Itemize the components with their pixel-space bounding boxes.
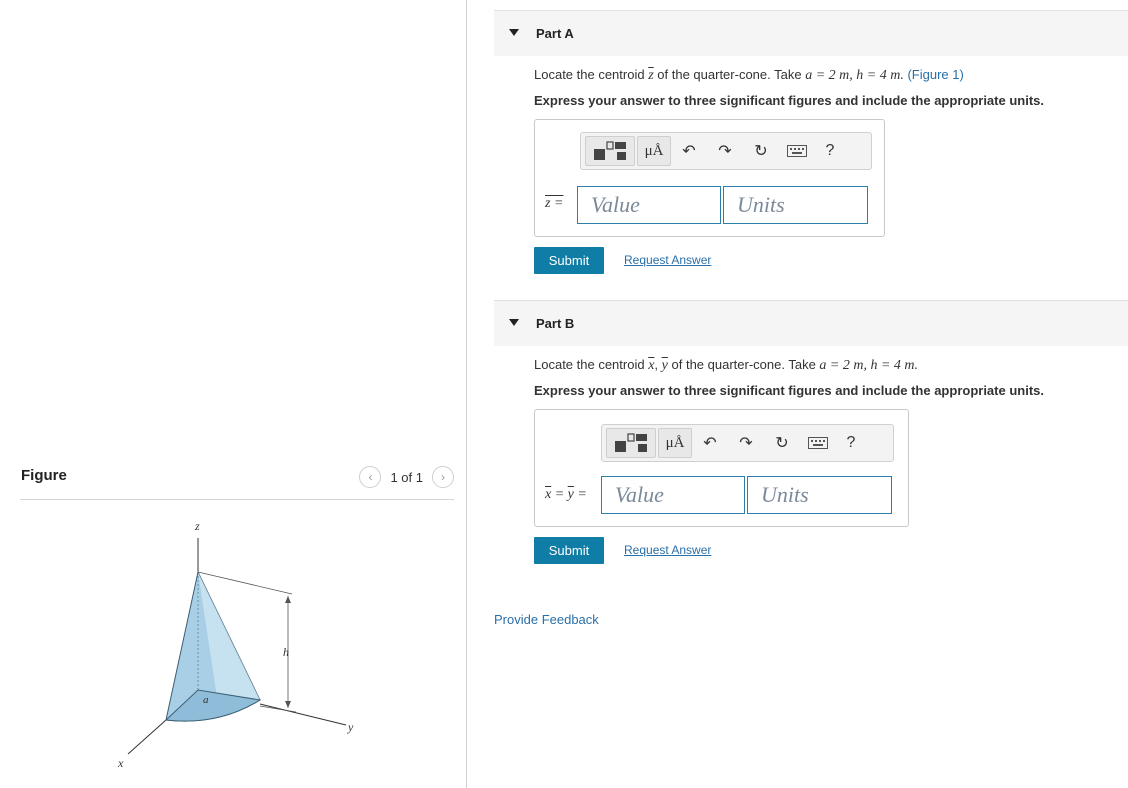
x-y-bar-label: x = y =: [545, 487, 587, 502]
units-button[interactable]: μÅ: [637, 136, 671, 166]
units-button[interactable]: μÅ: [658, 428, 692, 458]
units-input[interactable]: Units: [747, 476, 892, 514]
y-axis-label: y: [347, 720, 354, 734]
h-extension-bottom: [259, 705, 297, 713]
z-axis-label: z: [194, 519, 200, 533]
undo-icon[interactable]: ↶: [692, 428, 728, 458]
redo-icon[interactable]: ↷: [707, 136, 743, 166]
prompt-text: of the quarter-cone. Take: [671, 357, 816, 372]
prompt-text: of the quarter-cone. Take: [657, 67, 802, 82]
part-a-header[interactable]: Part A: [494, 10, 1128, 56]
help-button[interactable]: ?: [815, 136, 845, 166]
part-b-submit-button[interactable]: Submit: [534, 537, 604, 564]
part-a-toolbar: μÅ ↶ ↷ ↻ ?: [580, 132, 872, 170]
eq-label-y: y: [567, 487, 574, 502]
part-a-submit-button[interactable]: Submit: [534, 247, 604, 274]
collapse-caret-icon: [509, 29, 519, 36]
x-axis-label: x: [117, 756, 124, 770]
next-figure-button[interactable]: ›: [432, 466, 454, 488]
part-b-header[interactable]: Part B: [494, 300, 1128, 346]
provide-feedback-link[interactable]: Provide Feedback: [494, 612, 599, 627]
value-input[interactable]: Value: [577, 186, 721, 224]
eq-label-x: x: [545, 487, 552, 502]
part-b-instruction: Express your answer to three significant…: [534, 383, 1044, 398]
part-a-answer-box: μÅ ↶ ↷ ↻ ? z = Value Units: [534, 119, 885, 237]
panel-divider: [466, 0, 467, 788]
part-b-toolbar: μÅ ↶ ↷ ↻ ?: [601, 424, 894, 462]
quarter-cone-figure: z x y a h: [117, 519, 354, 770]
part-b-prompt: Locate the centroid x, y of the quarter-…: [534, 357, 919, 373]
figure-link[interactable]: (Figure 1): [907, 67, 963, 82]
prompt-text: Locate the centroid: [534, 67, 645, 82]
templates-button[interactable]: [585, 136, 635, 166]
templates-button[interactable]: [606, 428, 656, 458]
prompt-given: a = 2 m, h = 4 m.: [819, 358, 919, 373]
figure-title: Figure: [21, 467, 67, 484]
redo-icon[interactable]: ↷: [728, 428, 764, 458]
part-a-title: Part A: [536, 26, 574, 41]
figure-header: Figure ‹ 1 of 1 ›: [20, 466, 454, 500]
height-label: h: [283, 645, 289, 659]
part-a-request-answer-link[interactable]: Request Answer: [624, 253, 711, 267]
prompt-text: Locate the centroid: [534, 357, 645, 372]
help-button[interactable]: ?: [836, 428, 866, 458]
h-extension-top: [197, 571, 293, 595]
prompt-variable: x: [648, 358, 655, 373]
keyboard-icon[interactable]: [800, 428, 836, 458]
pager-text: 1 of 1: [390, 469, 423, 485]
prompt-variable: y: [661, 358, 668, 373]
prompt-given: a = 2 m, h = 4 m.: [805, 68, 904, 83]
part-b-answer-box: μÅ ↶ ↷ ↻ ? x = y = Value Units: [534, 409, 909, 527]
prompt-variable: z: [648, 68, 654, 83]
keyboard-icon[interactable]: [779, 136, 815, 166]
figure-panel: Figure ‹ 1 of 1 › z x y a h: [0, 0, 466, 788]
reset-icon[interactable]: ↻: [743, 136, 779, 166]
reset-icon[interactable]: ↻: [764, 428, 800, 458]
figure-pager: ‹ 1 of 1 ›: [359, 466, 454, 488]
value-input[interactable]: Value: [601, 476, 745, 514]
y-axis: [259, 703, 347, 726]
templates-icon: [594, 141, 626, 160]
part-b-title: Part B: [536, 316, 575, 331]
radius-label: a: [203, 694, 209, 706]
z-bar-label: z =: [545, 196, 563, 212]
part-b-request-answer-link[interactable]: Request Answer: [624, 543, 711, 557]
prev-figure-button[interactable]: ‹: [359, 466, 382, 488]
part-a-instruction: Express your answer to three significant…: [534, 93, 1044, 108]
collapse-caret-icon: [509, 319, 519, 326]
part-a-prompt: Locate the centroid z of the quarter-con…: [534, 67, 964, 84]
h-arrow-bottom: [285, 701, 291, 708]
units-input[interactable]: Units: [723, 186, 868, 224]
x-axis: [127, 719, 167, 755]
h-arrow-top: [285, 596, 291, 603]
eq-label-text: z =: [545, 196, 564, 211]
undo-icon[interactable]: ↶: [671, 136, 707, 166]
templates-icon: [615, 433, 647, 452]
